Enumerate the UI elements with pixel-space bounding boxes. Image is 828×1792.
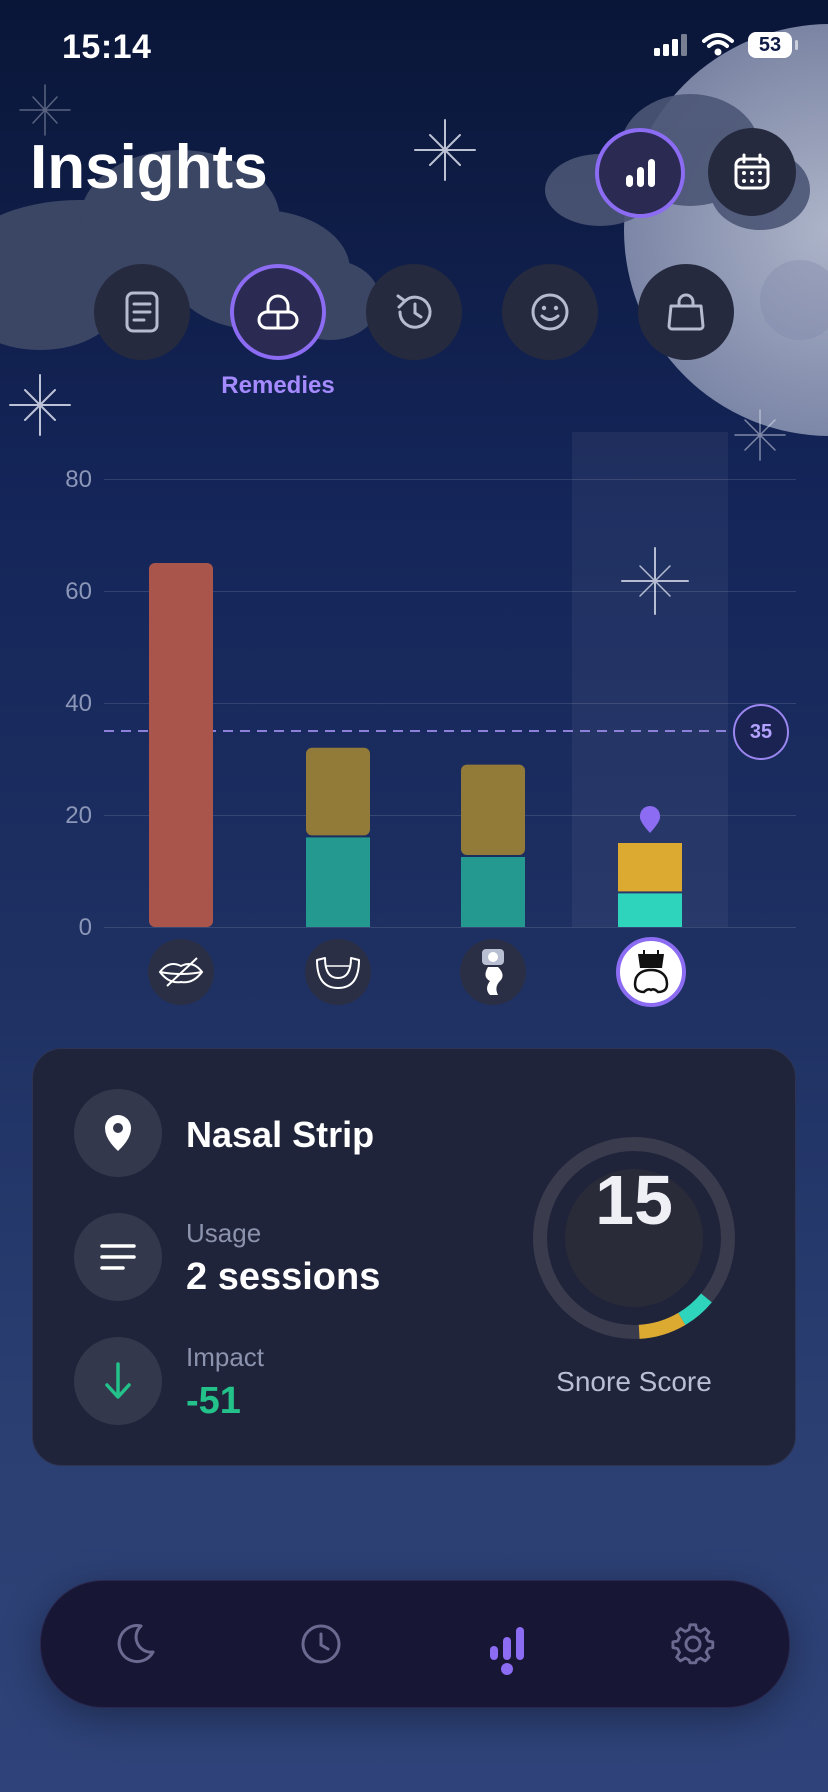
gauge-segment-teal <box>678 1293 712 1325</box>
impact-value: -51 <box>186 1380 241 1422</box>
tab-remedies-label: Remedies <box>221 372 335 399</box>
nav-sleep[interactable] <box>100 1614 170 1674</box>
impact-label: Impact <box>186 1342 265 1372</box>
remedies-bar-chart <box>104 563 732 927</box>
battery-indicator: 53 <box>748 32 798 58</box>
moon-graphic <box>624 24 828 436</box>
calendar-icon <box>734 153 770 190</box>
snore-score-value: 15 <box>595 1161 673 1239</box>
nav-history[interactable] <box>286 1614 356 1674</box>
chart-view-button[interactable] <box>595 128 685 218</box>
bar-nasal-strip-segment-1[interactable] <box>618 843 682 892</box>
snore-score-label: Snore Score <box>556 1366 712 1397</box>
arrow-down-icon <box>105 1362 131 1399</box>
bar-no-remedy-segment-0[interactable] <box>149 563 213 927</box>
nav-active-indicator <box>501 1663 513 1675</box>
smile-icon <box>531 293 569 331</box>
tab-remedies[interactable] <box>230 264 326 360</box>
category-no-remedy[interactable] <box>148 939 214 1005</box>
page-title: Insights <box>30 133 268 202</box>
usage-value: 2 sessions <box>186 1256 381 1298</box>
pill-icon <box>257 294 299 330</box>
nasal-strip-icon <box>633 950 669 994</box>
bar-nasal-strip-segment-0[interactable] <box>618 893 682 927</box>
category-mouth-guard[interactable] <box>305 939 371 1005</box>
tab-purchases[interactable] <box>638 264 734 360</box>
tab-mood[interactable] <box>502 264 598 360</box>
target-line-value: 35 <box>749 720 773 743</box>
bar-mouth-guard-segment-1[interactable] <box>306 747 370 836</box>
target-line-badge: 35 <box>733 704 789 760</box>
remedy-icon-badge <box>74 1089 162 1177</box>
category-nasal-strip[interactable] <box>616 937 686 1007</box>
bag-icon <box>667 293 705 331</box>
usage-icon-badge <box>74 1213 162 1301</box>
cellular-signal-icon <box>654 34 687 56</box>
history-icon <box>396 294 432 329</box>
wifi-icon <box>702 33 734 56</box>
status-indicators: 53 <box>654 32 798 58</box>
lips-crossed-icon <box>158 957 204 987</box>
bar-chart-icon <box>490 1627 524 1660</box>
bar-sleep-position-segment-0[interactable] <box>461 857 525 927</box>
gear-icon <box>671 1623 715 1665</box>
location-pin-icon <box>105 1115 131 1151</box>
sleep-position-icon <box>482 949 504 995</box>
nav-settings[interactable] <box>658 1614 728 1674</box>
tab-history[interactable] <box>366 264 462 360</box>
clock-icon <box>301 1624 341 1664</box>
remedy-name: Nasal Strip <box>186 1114 375 1155</box>
bar-sleep-position-segment-1[interactable] <box>461 764 525 855</box>
lines-icon <box>100 1244 136 1270</box>
calendar-view-button[interactable] <box>708 128 796 216</box>
moon-icon <box>117 1624 155 1664</box>
selected-bar-marker <box>639 806 661 833</box>
night-sky-background <box>0 24 828 461</box>
usage-label: Usage <box>186 1218 262 1248</box>
status-time: 15:14 <box>62 28 152 66</box>
bar-chart-icon <box>626 159 655 187</box>
impact-icon-badge <box>74 1337 162 1425</box>
category-sleep-position[interactable] <box>460 939 526 1005</box>
bar-mouth-guard-segment-0[interactable] <box>306 837 370 927</box>
notes-icon <box>125 291 159 333</box>
mouth-guard-icon <box>316 957 360 989</box>
tab-notes[interactable] <box>94 264 190 360</box>
